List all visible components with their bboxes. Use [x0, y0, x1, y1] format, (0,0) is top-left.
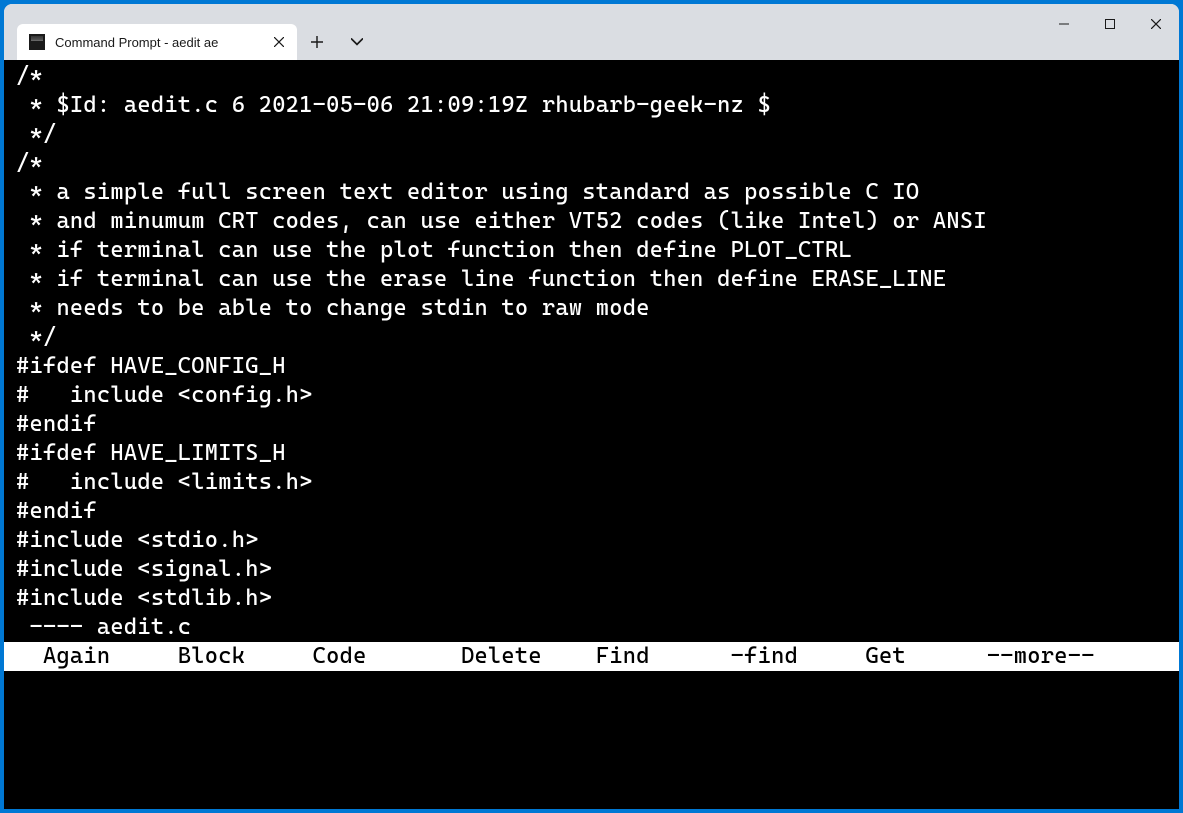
code-line: #endif [4, 497, 1179, 526]
tab-dropdown-button[interactable] [337, 24, 377, 60]
code-line: * a simple full screen text editor using… [4, 178, 1179, 207]
tab-title: Command Prompt - aedit ae [55, 35, 261, 50]
code-line: #include <stdlib.h> [4, 584, 1179, 613]
code-line: #ifdef HAVE_CONFIG_H [4, 352, 1179, 381]
code-line: #include <stdio.h> [4, 526, 1179, 555]
terminal-window: Command Prompt - aedit ae [4, 4, 1179, 809]
editor-menu-bar[interactable]: Again Block Code Delete Find -find Get -… [4, 642, 1179, 671]
close-button[interactable] [1133, 4, 1179, 44]
cmd-icon [29, 34, 45, 50]
code-line: * and minumum CRT codes, can use either … [4, 207, 1179, 236]
code-line: * $Id: aedit.c 6 2021-05-06 21:09:19Z rh… [4, 91, 1179, 120]
code-line: */ [4, 120, 1179, 149]
new-tab-button[interactable] [297, 24, 337, 60]
code-line: * if terminal can use the plot function … [4, 236, 1179, 265]
minimize-button[interactable] [1041, 4, 1087, 44]
code-line: # include <config.h> [4, 381, 1179, 410]
tab-active[interactable]: Command Prompt - aedit ae [17, 24, 297, 60]
code-line: * needs to be able to change stdin to ra… [4, 294, 1179, 323]
code-line: # include <limits.h> [4, 468, 1179, 497]
tab-actions [297, 24, 377, 60]
status-line: ---- aedit.c [4, 613, 1179, 642]
code-line: #endif [4, 410, 1179, 439]
tab-close-button[interactable] [271, 34, 287, 50]
window-controls [1041, 4, 1179, 44]
code-line: #ifdef HAVE_LIMITS_H [4, 439, 1179, 468]
code-line: /* [4, 62, 1179, 91]
titlebar: Command Prompt - aedit ae [4, 4, 1179, 60]
terminal-content[interactable]: /* * $Id: aedit.c 6 2021-05-06 21:09:19Z… [4, 60, 1179, 809]
code-line: #include <signal.h> [4, 555, 1179, 584]
maximize-button[interactable] [1087, 4, 1133, 44]
code-line: /* [4, 149, 1179, 178]
code-line: */ [4, 323, 1179, 352]
code-line: * if terminal can use the erase line fun… [4, 265, 1179, 294]
